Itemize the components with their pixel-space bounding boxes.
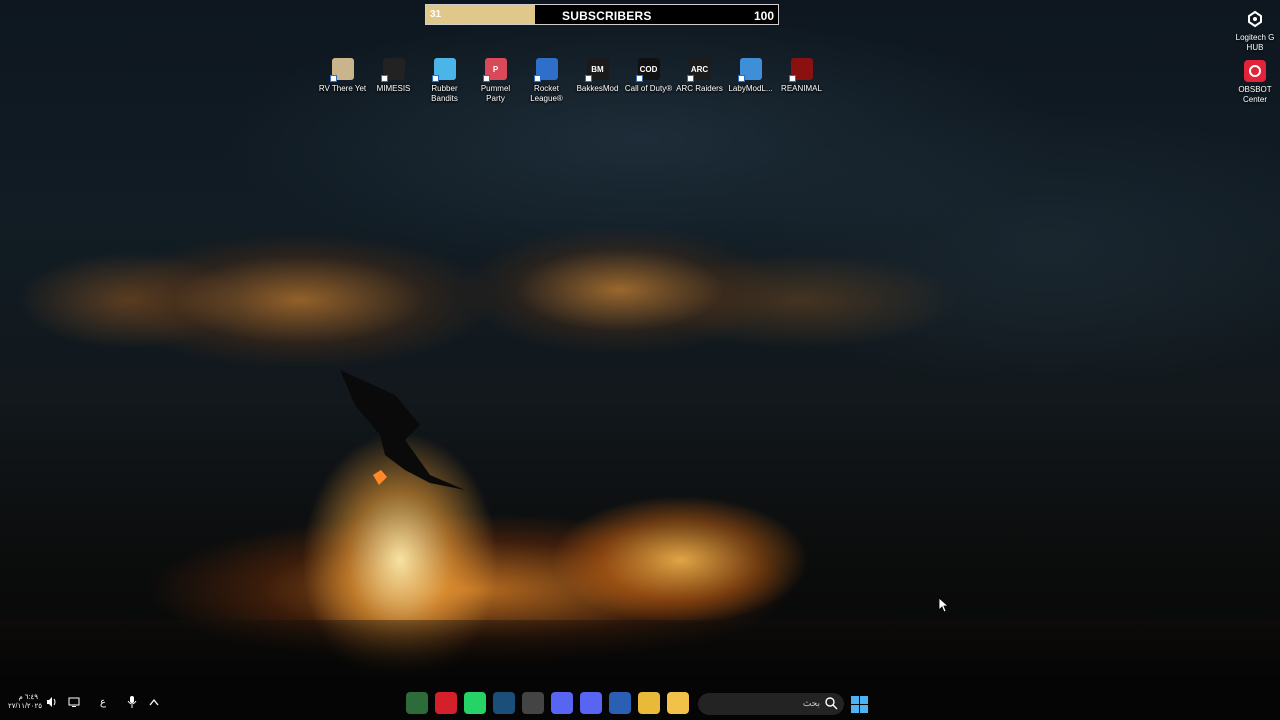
rv-there-yet-icon <box>329 58 354 82</box>
desktop-icon-rubber-bandits[interactable]: Rubber Bandits <box>419 58 470 104</box>
desktop-icon-label: LabyModL... <box>728 84 773 93</box>
labymod-icon <box>737 58 762 82</box>
desktop-icon-label: REANIMAL <box>781 84 822 93</box>
taskbar-pinned-apps <box>406 692 689 714</box>
rocket-league-icon <box>533 58 558 82</box>
taskbar-clock[interactable]: ٦:٤٩ م ٢٧/١١/٢٠٢٥ <box>8 693 42 711</box>
subscriber-goal-count: 100 <box>753 9 774 23</box>
desktop-icon-label: ARC Raiders <box>676 84 723 93</box>
desktop-icon-label: RV There Yet <box>318 84 367 93</box>
subscriber-progress-fill <box>426 5 536 24</box>
search-icon <box>825 697 838 710</box>
desktop-icon-row: RV There Yet MIMESIS Rubber Bandits P Pummel… <box>317 58 827 104</box>
desktop-icon-call-of-duty[interactable]: COD Call of Duty® <box>623 58 674 104</box>
desktop-icon-labymod[interactable]: LabyModL... <box>725 58 776 104</box>
desktop-icon-label: Rocket League® <box>530 84 563 103</box>
mimesis-icon <box>380 58 405 82</box>
whatsapp-app-icon[interactable] <box>464 692 486 714</box>
show-hidden-icons-chevron-icon[interactable] <box>146 694 162 710</box>
bakkesmod-icon: BM <box>584 58 609 82</box>
steam-app-icon[interactable] <box>493 692 515 714</box>
system-tray: ٦:٤٩ م ٢٧/١١/٢٠٢٥ ع <box>8 693 162 711</box>
desktop-icon-label: Call of Duty® <box>624 84 673 93</box>
call-of-duty-icon: COD <box>635 58 660 82</box>
obsbot-center-icon <box>1244 60 1266 82</box>
rubber-bandits-icon <box>431 58 456 82</box>
xbox-app-icon[interactable] <box>406 692 428 714</box>
epic-games-app-icon[interactable] <box>522 692 544 714</box>
arc-raiders-icon: ARC <box>686 58 711 82</box>
desktop-icon-bakkesmod[interactable]: BM BakkesMod <box>572 58 623 104</box>
taskbar-search-box[interactable]: بحث <box>698 693 844 715</box>
desktop-icon-label: Pummel Party <box>480 84 511 103</box>
subscriber-label: SUBSCRIBERS <box>562 9 652 23</box>
clock-date: ٢٧/١١/٢٠٢٥ <box>8 703 42 710</box>
desktop-icon-label: Rubber Bandits <box>431 84 458 103</box>
desktop: 31 SUBSCRIBERS 100 RV There Yet MIMESIS Ru… <box>0 0 1280 720</box>
desktop-icon-mimesis[interactable]: MIMESIS <box>368 58 419 104</box>
desktop-icon-logitech-g-hub[interactable]: Logitech G HUB <box>1230 8 1280 53</box>
desktop-icon-reanimal[interactable]: REANIMAL <box>776 58 827 104</box>
taskbar: ٦:٤٩ م ٢٧/١١/٢٠٢٥ ع بحث <box>0 688 1280 720</box>
desktop-icon-rv-there-yet[interactable]: RV There Yet <box>317 58 368 104</box>
clock-time: ٦:٤٩ م <box>18 694 38 701</box>
subscriber-goal-widget: 31 SUBSCRIBERS 100 <box>425 4 779 25</box>
logitech-g-hub-icon <box>1244 8 1266 30</box>
adobe-app-icon[interactable] <box>435 692 457 714</box>
app-icon-purple[interactable] <box>551 692 573 714</box>
desktop-icon-label: BakkesMod <box>576 84 619 93</box>
desktop-icon-label: Logitech G HUB <box>1235 33 1275 52</box>
desktop-icon-rocket-league[interactable]: Rocket League® <box>521 58 572 104</box>
chrome-app-icon[interactable] <box>638 692 660 714</box>
volume-icon[interactable] <box>44 694 60 710</box>
search-placeholder: بحث <box>802 698 820 708</box>
microsoft-store-app-icon[interactable] <box>609 692 631 714</box>
file-explorer-app-icon[interactable] <box>667 692 689 714</box>
pummel-party-icon: P <box>482 58 507 82</box>
desktop-icon-pummel-party[interactable]: P Pummel Party <box>470 58 521 104</box>
language-indicator[interactable]: ع <box>88 694 118 710</box>
subscriber-current-count: 31 <box>430 9 442 20</box>
desktop-icon-label: OBSBOT Center <box>1238 85 1272 104</box>
desktop-icon-obsbot-center[interactable]: OBSBOT Center <box>1230 60 1280 105</box>
discord-app-icon[interactable] <box>580 692 602 714</box>
microphone-icon[interactable] <box>124 694 140 710</box>
network-icon[interactable] <box>66 694 82 710</box>
mouse-cursor-icon <box>939 598 949 612</box>
start-button-windows-icon[interactable] <box>851 696 868 713</box>
reanimal-icon <box>788 58 813 82</box>
desktop-icon-arc-raiders[interactable]: ARC ARC Raiders <box>674 58 725 104</box>
dragon-silhouette <box>340 370 465 490</box>
desktop-icon-label: MIMESIS <box>376 84 411 93</box>
